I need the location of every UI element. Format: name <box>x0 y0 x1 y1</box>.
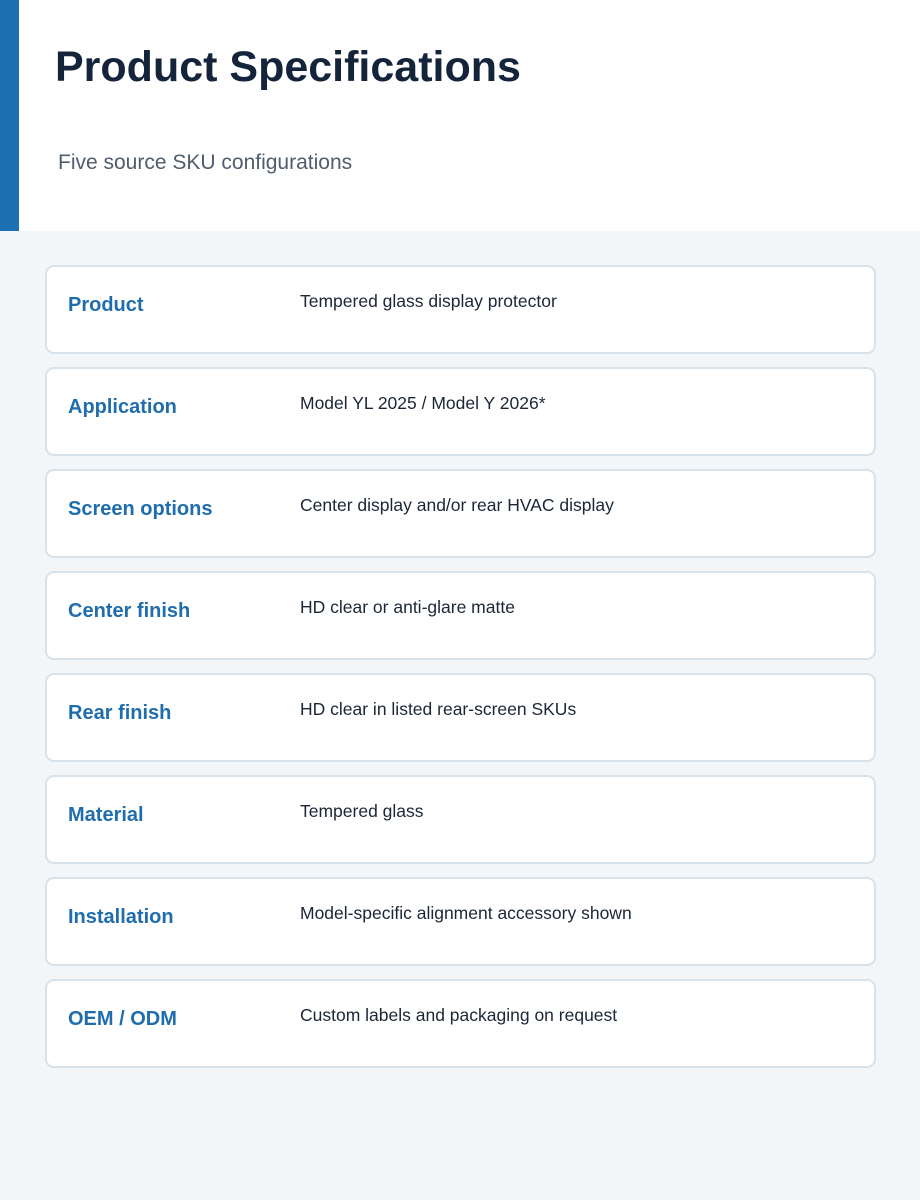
spec-value: Model YL 2025 / Model Y 2026* <box>300 393 546 413</box>
spec-label: Center finish <box>68 600 191 622</box>
page-title: Product Specifications <box>55 43 521 91</box>
spec-value: Model-specific alignment accessory shown <box>300 903 632 923</box>
spec-value: Center display and/or rear HVAC display <box>300 495 614 515</box>
accent-bar <box>0 0 19 231</box>
spec-row-material: Material Tempered glass <box>45 775 876 864</box>
page-header: Product Specifications Five source SKU c… <box>0 0 920 231</box>
spec-row-center-finish: Center finish HD clear or anti-glare mat… <box>45 571 876 660</box>
spec-label: Application <box>68 396 177 418</box>
spec-label: Rear finish <box>68 702 172 724</box>
spec-value: HD clear or anti-glare matte <box>300 597 515 617</box>
page-subtitle: Five source SKU configurations <box>58 151 353 174</box>
spec-label: Installation <box>68 906 174 928</box>
spec-row-screen-options: Screen options Center display and/or rea… <box>45 469 876 558</box>
spec-label: Product <box>68 294 144 316</box>
spec-value: Custom labels and packaging on request <box>300 1005 618 1025</box>
spec-value: Tempered glass <box>300 801 424 821</box>
spec-row-application: Application Model YL 2025 / Model Y 2026… <box>45 367 876 456</box>
spec-list: Product Tempered glass display protector… <box>45 265 876 1081</box>
spec-row-rear-finish: Rear finish HD clear in listed rear-scre… <box>45 673 876 762</box>
spec-label: Material <box>68 804 144 826</box>
spec-label: Screen options <box>68 498 213 520</box>
spec-row-product: Product Tempered glass display protector <box>45 265 876 354</box>
spec-row-installation: Installation Model-specific alignment ac… <box>45 877 876 966</box>
spec-value: HD clear in listed rear-screen SKUs <box>300 699 577 719</box>
spec-row-oem-odm: OEM / ODM Custom labels and packaging on… <box>45 979 876 1068</box>
spec-value: Tempered glass display protector <box>300 291 557 311</box>
spec-label: OEM / ODM <box>68 1008 177 1030</box>
